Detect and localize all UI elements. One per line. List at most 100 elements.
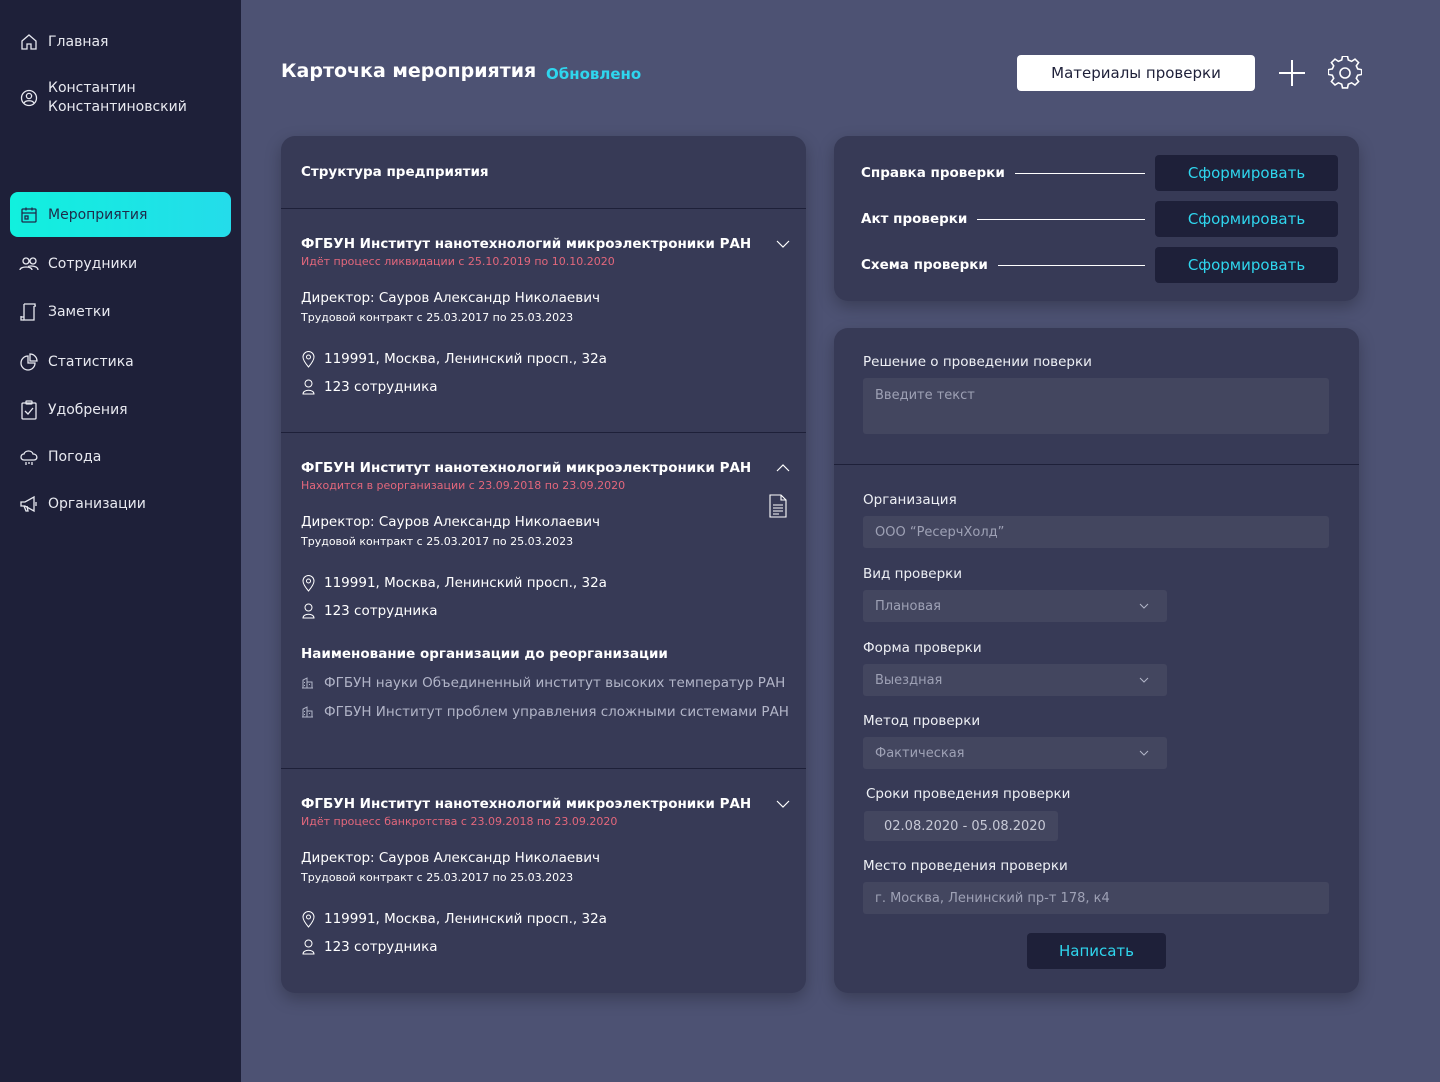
- chevron-down-icon[interactable]: [775, 798, 791, 810]
- inspection-place-value: г. Москва, Ленинский пр-т 178, к4: [875, 890, 1110, 906]
- org-item[interactable]: ФГБУН Институт нанотехнологий микроэлект…: [301, 236, 791, 396]
- organization-label: Организация: [863, 492, 957, 508]
- building-icon: [301, 706, 315, 718]
- sidebar-item-notes[interactable]: Заметки: [10, 300, 231, 324]
- chevron-down-icon[interactable]: [775, 238, 791, 250]
- inspection-method-label: Метод проверки: [863, 713, 981, 729]
- sidebar-item-label: Удобрения: [48, 402, 128, 418]
- sidebar-user[interactable]: Константин Константиновский: [10, 78, 231, 118]
- decision-label: Решение о проведении поверки: [863, 354, 1092, 370]
- org-item[interactable]: ФГБУН Институт нанотехнологий микроэлект…: [301, 460, 791, 720]
- org-contract: Трудовой контракт с 25.03.2017 по 25.03.…: [301, 535, 574, 548]
- location-pin-icon: [301, 910, 315, 928]
- doc-line: [977, 218, 1145, 220]
- doc-label: Справка проверки: [861, 165, 1005, 181]
- person-icon: [301, 602, 315, 620]
- doc-row-reference: Справка проверки Сформировать: [861, 155, 1338, 191]
- doc-line: [997, 264, 1145, 266]
- generate-scheme-button[interactable]: Сформировать: [1155, 247, 1338, 283]
- structure-title: Структура предприятия: [301, 164, 489, 180]
- sidebar-item-organizations[interactable]: Организации: [10, 492, 231, 516]
- sidebar-item-events[interactable]: Мероприятия: [10, 192, 231, 237]
- reorg-item[interactable]: ФГБУН науки Объединенный институт высоки…: [301, 675, 791, 691]
- doc-row-scheme: Схема проверки Сформировать: [861, 247, 1338, 283]
- org-name: ФГБУН Институт нанотехнологий микроэлект…: [301, 796, 752, 812]
- chevron-down-icon: [1139, 750, 1149, 756]
- org-name: ФГБУН Институт нанотехнологий микроэлект…: [301, 236, 752, 252]
- generate-reference-button[interactable]: Сформировать: [1155, 155, 1338, 191]
- add-button[interactable]: [1274, 55, 1310, 91]
- doc-row-act: Акт проверки Сформировать: [861, 201, 1338, 237]
- org-director: Директор: Сауров Александр Николаевич: [301, 290, 600, 306]
- divider: [281, 432, 806, 433]
- document-icon[interactable]: [769, 494, 787, 518]
- sidebar-item-fertilizers[interactable]: Удобрения: [10, 398, 231, 422]
- inspection-place-label: Место проведения проверки: [863, 858, 1068, 874]
- sidebar-item-home[interactable]: Главная: [10, 30, 231, 54]
- divider: [281, 768, 806, 769]
- inspection-dates-label: Сроки проведения проверки: [866, 786, 1071, 802]
- doc-label: Схема проверки: [861, 257, 988, 273]
- user-first-name: Константин: [48, 80, 136, 96]
- inspection-form-card: Решение о проведении поверки Введите тек…: [834, 328, 1359, 993]
- sidebar-item-statistics[interactable]: Статистика: [10, 350, 231, 374]
- inspection-method-value: Фактическая: [875, 745, 965, 761]
- org-address: 119991, Москва, Ленинский просп., 32а: [301, 574, 791, 592]
- gear-icon: [1328, 56, 1362, 89]
- org-address: 119991, Москва, Ленинский просп., 32а: [301, 910, 791, 928]
- sidebar-item-label: Статистика: [48, 354, 134, 370]
- org-status: Идёт процесс банкротства с 23.09.2018 по…: [301, 815, 618, 828]
- generate-act-button[interactable]: Сформировать: [1155, 201, 1338, 237]
- org-employees: 123 сотрудника: [301, 938, 791, 956]
- settings-button[interactable]: [1327, 55, 1363, 91]
- home-icon: [18, 31, 40, 53]
- decision-placeholder: Введите текст: [875, 388, 975, 403]
- inspection-type-label: Вид проверки: [863, 566, 963, 582]
- org-status: Находится в реорганизации с 23.09.2018 п…: [301, 479, 626, 492]
- organization-input[interactable]: ООО “РесерчХолд”: [863, 516, 1329, 548]
- doc-line: [1014, 172, 1145, 174]
- sidebar-item-label: Сотрудники: [48, 256, 138, 272]
- divider: [281, 208, 806, 209]
- person-icon: [301, 378, 315, 396]
- inspection-place-input[interactable]: г. Москва, Ленинский пр-т 178, к4: [863, 882, 1329, 914]
- org-employees: 123 сотрудника: [301, 378, 791, 396]
- sidebar: Главная Константин Константиновский Меро…: [0, 0, 241, 1082]
- org-name: ФГБУН Институт нанотехнологий микроэлект…: [301, 460, 752, 476]
- sidebar-item-label: Главная: [48, 34, 109, 50]
- org-address: 119991, Москва, Ленинский просп., 32а: [301, 350, 791, 368]
- status-badge: Обновлено: [546, 65, 642, 83]
- write-button[interactable]: Написать: [1027, 933, 1166, 969]
- documents-card: Справка проверки Сформировать Акт провер…: [834, 136, 1359, 301]
- chevron-down-icon: [1139, 677, 1149, 683]
- reorg-item[interactable]: ФГБУН Институт проблем управления сложны…: [301, 704, 791, 720]
- chevron-up-icon[interactable]: [775, 462, 791, 474]
- inspection-form-value: Выездная: [875, 672, 943, 688]
- inspection-dates-input[interactable]: 02.08.2020 - 05.08.2020: [864, 811, 1058, 841]
- org-director: Директор: Сауров Александр Николаевич: [301, 514, 600, 530]
- org-director: Директор: Сауров Александр Николаевич: [301, 850, 600, 866]
- users-icon: [18, 253, 40, 275]
- notes-icon: [18, 301, 40, 323]
- org-status: Идёт процесс ликвидации с 25.10.2019 по …: [301, 255, 615, 268]
- sidebar-item-label: Заметки: [48, 304, 111, 320]
- org-contract: Трудовой контракт с 25.03.2017 по 25.03.…: [301, 311, 574, 324]
- user-icon: [18, 87, 40, 109]
- person-icon: [301, 938, 315, 956]
- inspection-method-select[interactable]: Фактическая: [863, 737, 1167, 769]
- inspection-dates-value: 02.08.2020 - 05.08.2020: [884, 818, 1046, 834]
- divider: [834, 464, 1359, 465]
- sidebar-item-employees[interactable]: Сотрудники: [10, 252, 231, 276]
- sidebar-item-label: Организации: [48, 496, 146, 512]
- sidebar-item-label: Мероприятия: [48, 206, 148, 223]
- page-title: Карточка мероприятия: [281, 60, 537, 82]
- plus-icon: [1279, 60, 1305, 86]
- sidebar-item-weather[interactable]: Погода: [10, 445, 231, 469]
- org-item[interactable]: ФГБУН Институт нанотехнологий микроэлект…: [301, 796, 791, 956]
- inspection-form-select[interactable]: Выездная: [863, 664, 1167, 696]
- decision-textarea[interactable]: Введите текст: [863, 378, 1329, 434]
- materials-button[interactable]: Материалы проверки: [1017, 55, 1255, 91]
- reorg-title: Наименование организации до реорганизаци…: [301, 646, 668, 662]
- inspection-type-select[interactable]: Плановая: [863, 590, 1167, 622]
- location-pin-icon: [301, 350, 315, 368]
